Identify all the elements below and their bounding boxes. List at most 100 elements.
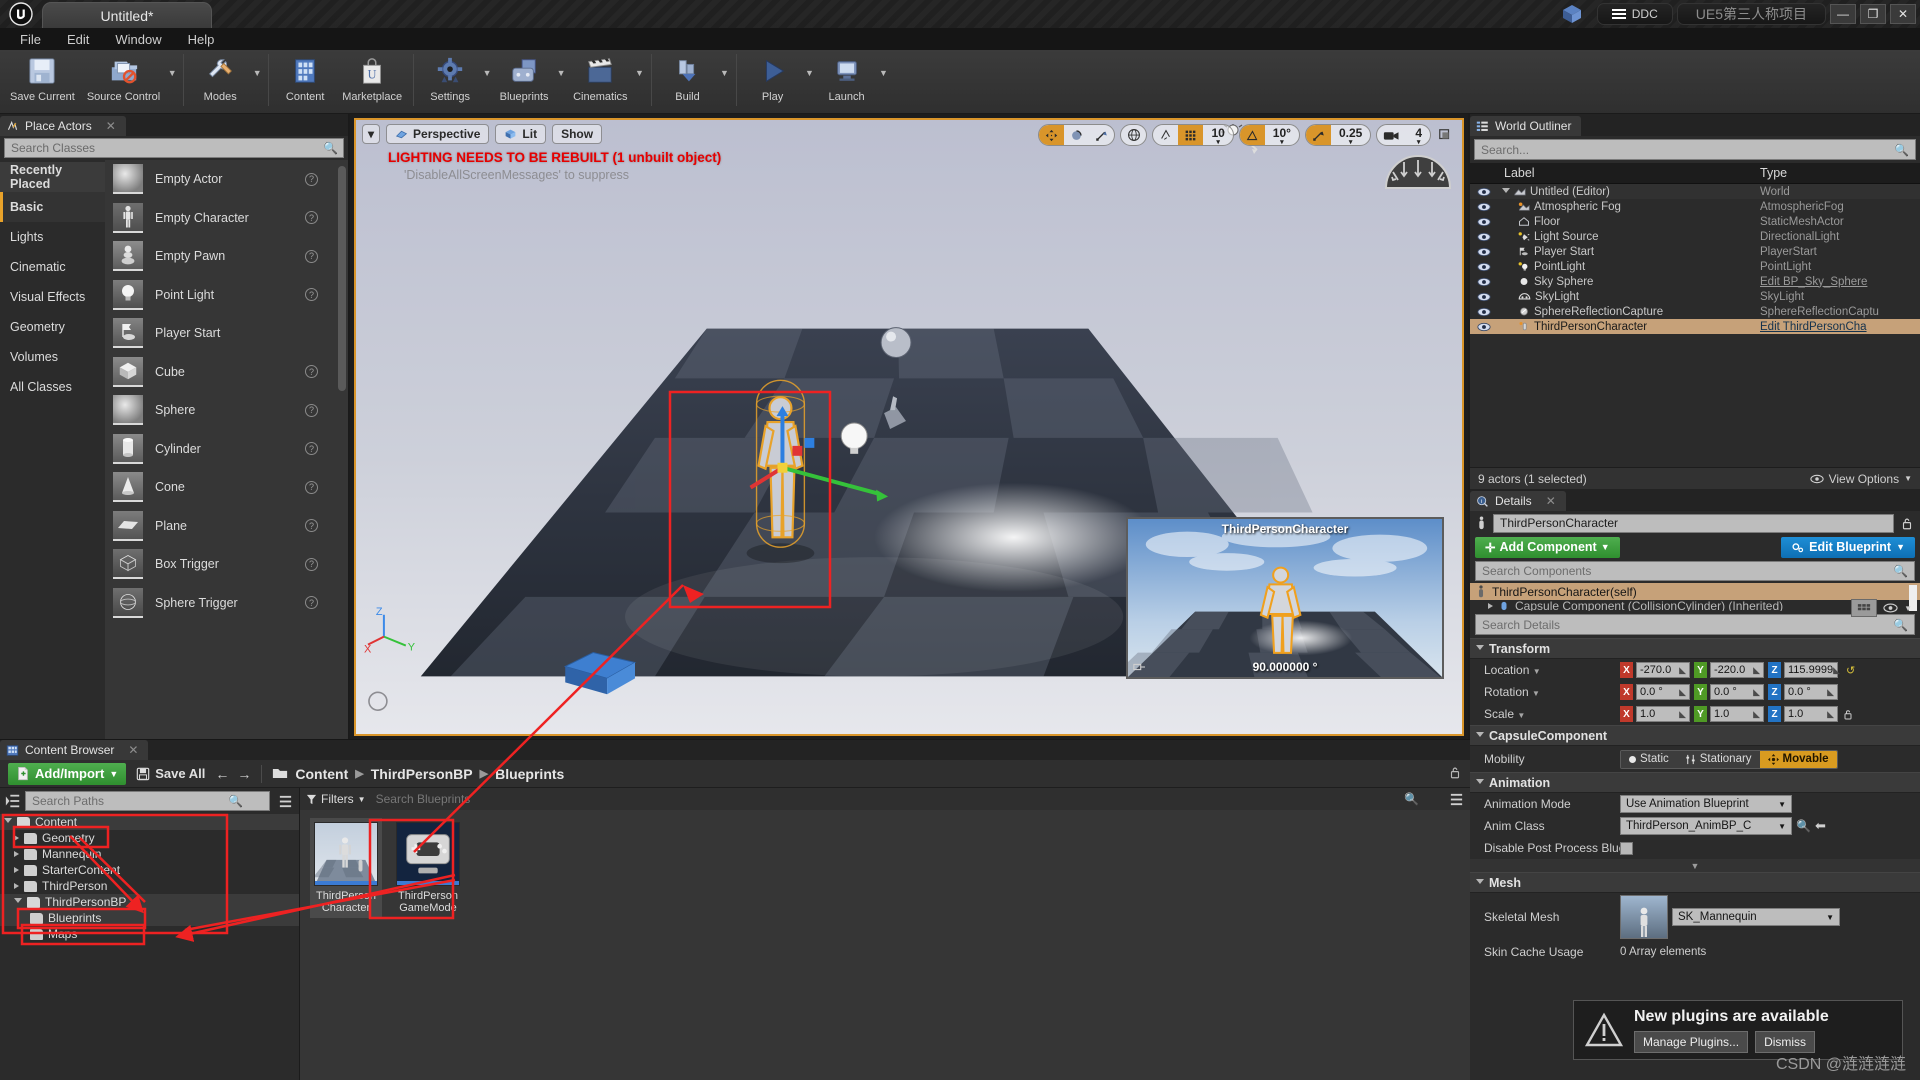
visibility-toggle[interactable] xyxy=(1470,277,1498,287)
place-actor-item[interactable]: Sphere ? xyxy=(105,391,348,430)
outliner-row[interactable]: Player Start PlayerStart xyxy=(1470,244,1920,259)
actor-preview-window[interactable]: ThirdPersonCharacter 90.000000 ° xyxy=(1126,517,1444,679)
chevron-down-icon[interactable]: ▼ xyxy=(1533,667,1541,676)
rotation-y[interactable]: Y 0.0 ° ◣ xyxy=(1694,684,1764,700)
category-visual-effects[interactable]: Visual Effects xyxy=(0,282,105,312)
skeletal-mesh-dropdown[interactable]: SK_Mannequin ▼ xyxy=(1672,908,1840,926)
breadcrumb-item-blueprints[interactable]: Blueprints xyxy=(495,766,564,782)
tree-item-blueprints[interactable]: Blueprints xyxy=(0,910,299,926)
scale-snap-toggle[interactable] xyxy=(1305,125,1331,145)
help-icon[interactable]: ? xyxy=(305,596,318,610)
viewport-lighting-mode-button[interactable]: Lit xyxy=(495,124,547,144)
lock-scale-icon[interactable] xyxy=(1842,708,1854,721)
level-viewport[interactable]: Z Y X ▾ Perspective Lit Show LIGHTING NE… xyxy=(350,114,1468,739)
ddc-status-button[interactable]: DDC xyxy=(1596,3,1673,25)
category-recently-placed[interactable]: Recently Placed xyxy=(0,162,105,192)
edit-blueprint-button[interactable]: Edit Blueprint ▼ xyxy=(1781,536,1915,558)
location-z[interactable]: Z 115.9999 ◣ xyxy=(1768,662,1840,678)
content-browser-tab[interactable]: Content Browser ✕ xyxy=(0,740,149,760)
scale-y-input[interactable]: 1.0 ◣ xyxy=(1710,706,1764,722)
category-lights[interactable]: Lights xyxy=(0,222,105,252)
place-actors-scrollbar[interactable] xyxy=(338,166,346,391)
outliner-row[interactable]: PointLight PointLight xyxy=(1470,259,1920,274)
forward-button[interactable]: → xyxy=(237,766,251,782)
place-actor-item[interactable]: Player Start xyxy=(105,314,348,353)
unreal-logo-icon[interactable] xyxy=(0,0,42,28)
rotation-x-input[interactable]: 0.0 ° ◣ xyxy=(1636,684,1690,700)
help-icon[interactable]: ? xyxy=(305,172,318,186)
section-capsule-component[interactable]: CapsuleComponent xyxy=(1470,725,1920,746)
viewport-camera-mode-button[interactable]: Perspective xyxy=(386,124,490,144)
close-icon[interactable]: ✕ xyxy=(1546,494,1556,508)
outliner-row[interactable]: Light Source DirectionalLight xyxy=(1470,229,1920,244)
outliner-search-input[interactable]: Search... 🔍 xyxy=(1474,139,1916,160)
project-tab[interactable]: Untitled* xyxy=(42,2,212,28)
help-icon[interactable]: ? xyxy=(305,442,318,456)
type-column-header[interactable]: Type xyxy=(1760,166,1920,180)
visibility-toggle[interactable] xyxy=(1470,247,1498,257)
save-all-button[interactable]: Save All xyxy=(136,766,205,781)
category-basic[interactable]: Basic xyxy=(0,192,105,222)
details-collapse-handle[interactable]: ▼ xyxy=(1470,859,1920,872)
use-selected-asset-icon[interactable]: ⬅ xyxy=(1815,818,1826,834)
menu-item-file[interactable]: File xyxy=(8,30,53,49)
visibility-toggle[interactable] xyxy=(1470,307,1498,317)
outliner-view-options-button[interactable]: View Options ▼ xyxy=(1809,472,1912,486)
play-dropdown-arrow[interactable]: ▼ xyxy=(804,50,816,112)
grid-view-toggle[interactable] xyxy=(1851,599,1878,617)
category-all-classes[interactable]: All Classes xyxy=(0,372,105,402)
label-column-header[interactable]: Label xyxy=(1498,166,1760,180)
scale-x-input[interactable]: 1.0 ◣ xyxy=(1636,706,1690,722)
location-y-input[interactable]: -220.0 ◣ xyxy=(1710,662,1764,678)
tree-item-maps[interactable]: Maps xyxy=(0,926,299,942)
sources-collapse-icon[interactable] xyxy=(5,793,21,809)
place-actor-item[interactable]: Box Trigger ? xyxy=(105,545,348,584)
place-actor-item[interactable]: Plane ? xyxy=(105,507,348,546)
help-icon[interactable]: ? xyxy=(305,519,318,533)
minimize-button[interactable]: — xyxy=(1830,4,1856,24)
place-actor-item[interactable]: Point Light ? xyxy=(105,276,348,315)
details-tab[interactable]: i Details ✕ xyxy=(1470,491,1566,511)
asset-tile-thirdperson-character[interactable]: ThirdPerson Character xyxy=(310,818,382,918)
camera-speed-value[interactable]: 4 ▾ xyxy=(1407,125,1430,146)
tree-item-content[interactable]: Content xyxy=(0,814,299,830)
place-actor-item[interactable]: Empty Pawn ? xyxy=(105,237,348,276)
toolbar-modes-button[interactable]: Modes xyxy=(189,50,251,112)
toolbar-play-button[interactable]: Play xyxy=(742,50,804,112)
scale-mode-button[interactable] xyxy=(1089,125,1114,145)
outliner-row-type-link[interactable]: Edit ThirdPersonCha xyxy=(1760,321,1920,333)
search-components-input[interactable]: Search Components 🔍 xyxy=(1475,561,1915,581)
skeletal-mesh-thumbnail[interactable] xyxy=(1620,895,1668,939)
visibility-toggle[interactable] xyxy=(1470,202,1498,212)
search-blueprints-input[interactable]: Search Blueprints 🔍 xyxy=(372,790,1443,808)
source-control-dropdown-arrow[interactable]: ▼ xyxy=(166,50,178,112)
help-icon[interactable]: ? xyxy=(305,480,318,494)
rotation-snap-value[interactable]: 10° ▾ xyxy=(1265,125,1299,146)
chevron-down-icon[interactable]: ▼ xyxy=(1532,689,1540,698)
visibility-toggle[interactable] xyxy=(1470,232,1498,242)
place-actor-item[interactable]: Sphere Trigger ? xyxy=(105,584,348,623)
toolbar-content-button[interactable]: Content xyxy=(274,50,336,112)
scale-snap-value[interactable]: 0.25 ▾ xyxy=(1331,125,1370,146)
outliner-row-selected[interactable]: ThirdPersonCharacter Edit ThirdPersonCha xyxy=(1470,319,1920,334)
rotation-snap-toggle[interactable] xyxy=(1239,125,1265,145)
lock-icon[interactable] xyxy=(1900,516,1914,531)
toolbar-source-control-button[interactable]: Source Control xyxy=(81,50,166,112)
manage-plugins-button[interactable]: Manage Plugins... xyxy=(1634,1030,1749,1053)
category-geometry[interactable]: Geometry xyxy=(0,312,105,342)
section-mesh[interactable]: Mesh xyxy=(1470,872,1920,893)
scale-z-input[interactable]: 1.0 ◣ xyxy=(1784,706,1838,722)
expander-icon[interactable] xyxy=(1488,602,1493,609)
tree-item-thirdperson[interactable]: ThirdPerson xyxy=(0,878,299,894)
outliner-row[interactable]: Sky Sphere Edit BP_Sky_Sphere xyxy=(1470,274,1920,289)
mobility-static-button[interactable]: Static xyxy=(1621,750,1677,768)
expander-icon[interactable] xyxy=(14,898,22,906)
blueprints-dropdown-arrow[interactable]: ▼ xyxy=(555,50,567,112)
close-icon[interactable]: ✕ xyxy=(128,743,138,757)
animation-mode-dropdown[interactable]: Use Animation Blueprint ▼ xyxy=(1620,795,1792,813)
surface-snap-button[interactable] xyxy=(1153,125,1178,145)
category-cinematic[interactable]: Cinematic xyxy=(0,252,105,282)
toolbar-settings-button[interactable]: Settings xyxy=(419,50,481,112)
actor-name-input[interactable]: ThirdPersonCharacter xyxy=(1493,513,1894,533)
menu-item-help[interactable]: Help xyxy=(176,30,227,49)
